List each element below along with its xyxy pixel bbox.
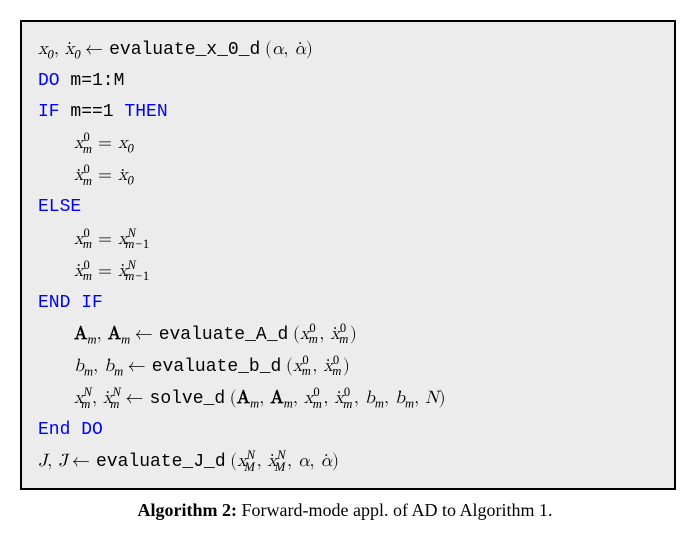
- fn-evaluate-x0d: evaluate_x_0_d: [109, 40, 260, 60]
- fn-evaluate-A-d: evaluate_A_d: [159, 325, 289, 345]
- algo-line-14: J, J ← evaluate_J_d (xNM, xNM, α, α): [38, 445, 658, 477]
- algo-line-5: x0m = x0: [38, 159, 658, 191]
- algorithm-box: x0, x0 ← evaluate_x_0_d (α, α) DO m=1:M …: [20, 20, 676, 490]
- algo-line-7: x0m = xNm−1: [38, 223, 658, 255]
- algo-line-6: ELSE: [38, 191, 658, 222]
- algo-line-8: x0m = xNm−1: [38, 255, 658, 287]
- algo-line-2: DO m=1:M: [38, 65, 658, 96]
- algo-line-4: x0m = x0: [38, 127, 658, 159]
- fn-evaluate-b-d: evaluate_b_d: [152, 357, 282, 377]
- caption-text: Forward-mode appl. of AD to Algorithm 1.: [237, 500, 552, 520]
- algo-line-10: Am, Am ← evaluate_A_d (x0m, x0m): [38, 318, 658, 350]
- algo-line-3: IF m==1 THEN: [38, 96, 658, 127]
- algo-line-1: x0, x0 ← evaluate_x_0_d (α, α): [38, 34, 658, 65]
- fn-solve-d: solve_d: [150, 389, 226, 409]
- algo-line-9: END IF: [38, 287, 658, 318]
- algorithm-caption: Algorithm 2: Forward-mode appl. of AD to…: [20, 500, 670, 521]
- fn-evaluate-J-d: evaluate_J_d: [96, 452, 226, 472]
- algo-line-13: End DO: [38, 414, 658, 445]
- caption-label: Algorithm 2:: [138, 500, 237, 520]
- algo-line-12: xNm, xNm ← solve_d (Am, Am, x0m, x0m, bm…: [38, 382, 658, 414]
- algo-line-11: bm, bm ← evaluate_b_d (x0m, x0m): [38, 350, 658, 382]
